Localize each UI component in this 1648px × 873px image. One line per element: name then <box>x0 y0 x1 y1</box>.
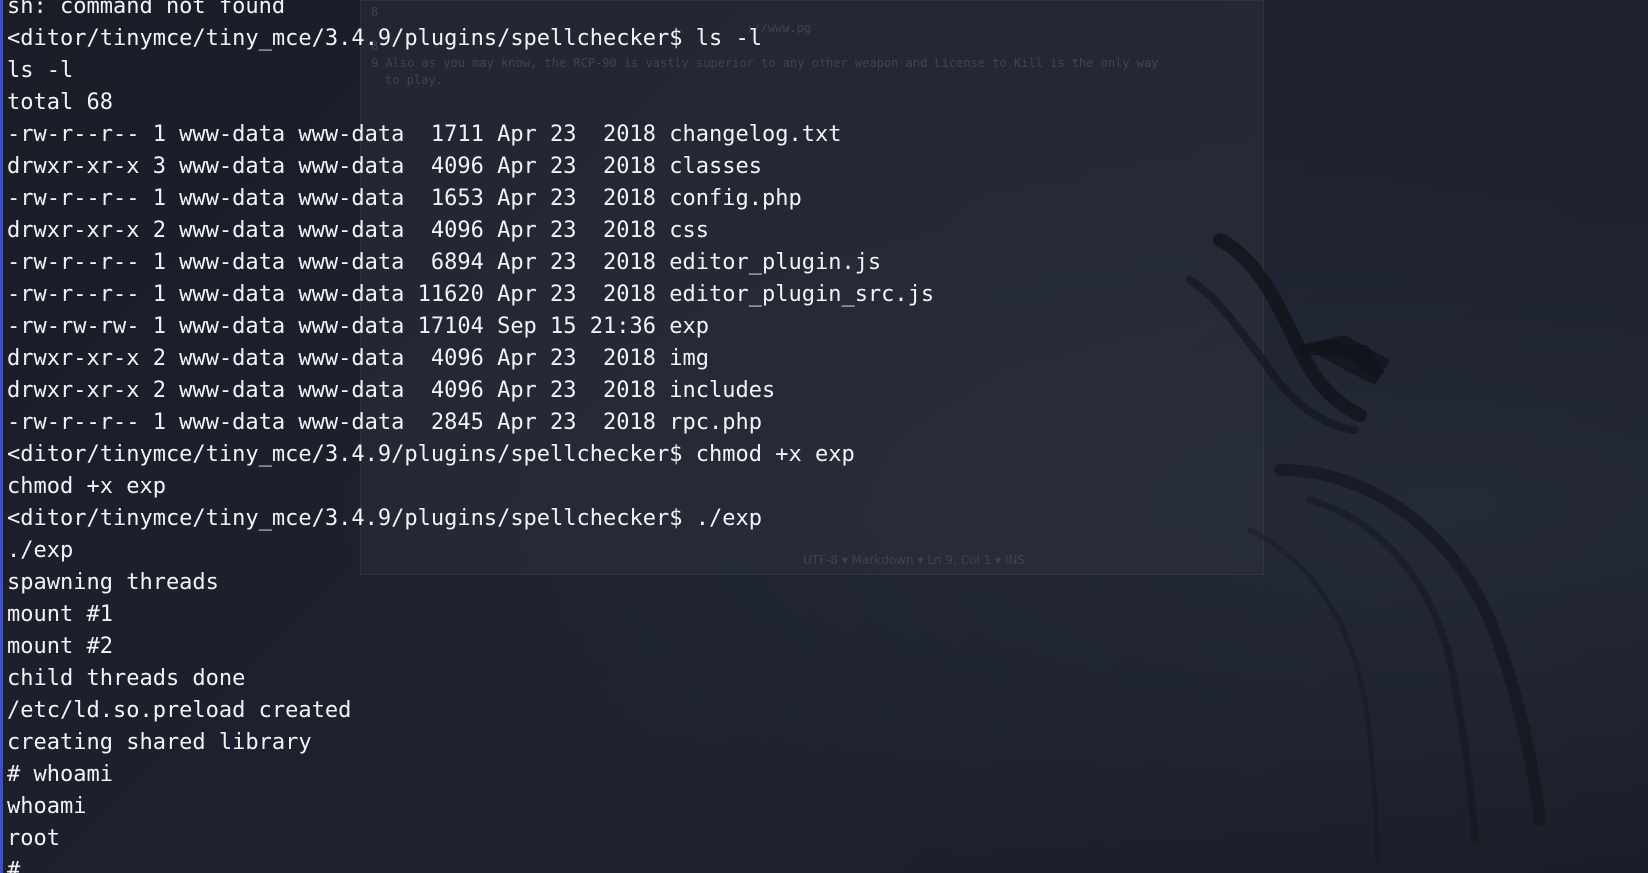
terminal-line: whoami <box>7 794 87 819</box>
terminal-output[interactable]: sh: command not found <ditor/tinymce/tiny… <box>7 0 1637 873</box>
terminal-line: drwxr-xr-x 2 www-data www-data 4096 Apr … <box>7 346 709 371</box>
terminal-line: chmod +x exp <box>7 474 166 499</box>
terminal-line: -rw-r--r-- 1 www-data www-data 1653 Apr … <box>7 186 802 211</box>
terminal-line: drwxr-xr-x 3 www-data www-data 4096 Apr … <box>7 154 762 179</box>
terminal-line: -rw-r--r-- 1 www-data www-data 6894 Apr … <box>7 250 882 275</box>
terminal-line: root <box>7 826 60 851</box>
terminal-line: mount #2 <box>7 634 113 659</box>
terminal-line: /etc/ld.so.preload created <box>7 698 352 723</box>
terminal-line: <ditor/tinymce/tiny_mce/3.4.9/plugins/sp… <box>7 26 762 51</box>
terminal-line: sh: command not found <box>7 0 286 19</box>
terminal-line: -rw-rw-rw- 1 www-data www-data 17104 Sep… <box>7 314 709 339</box>
terminal-line: -rw-r--r-- 1 www-data www-data 2845 Apr … <box>7 410 762 435</box>
terminal-line: total 68 <box>7 90 113 115</box>
desktop: 8 ://www.pg 8 9 Also as you may know, th… <box>0 0 1648 873</box>
terminal-line: -rw-r--r-- 1 www-data www-data 1711 Apr … <box>7 122 842 147</box>
terminal-line: # whoami <box>7 762 113 787</box>
terminal-line: <ditor/tinymce/tiny_mce/3.4.9/plugins/sp… <box>7 506 762 531</box>
terminal-line: ls -l <box>7 58 74 83</box>
terminal-line: drwxr-xr-x 2 www-data www-data 4096 Apr … <box>7 378 776 403</box>
terminal-line: -rw-r--r-- 1 www-data www-data 11620 Apr… <box>7 282 935 307</box>
window-edge <box>0 0 3 873</box>
terminal-line: <ditor/tinymce/tiny_mce/3.4.9/plugins/sp… <box>7 442 855 467</box>
terminal-line: drwxr-xr-x 2 www-data www-data 4096 Apr … <box>7 218 709 243</box>
terminal-line: child threads done <box>7 666 246 691</box>
terminal-line: spawning threads <box>7 570 219 595</box>
terminal-line: # <box>7 858 21 873</box>
terminal-line: creating shared library <box>7 730 312 755</box>
terminal-line: mount #1 <box>7 602 113 627</box>
terminal-line: ./exp <box>7 538 74 563</box>
